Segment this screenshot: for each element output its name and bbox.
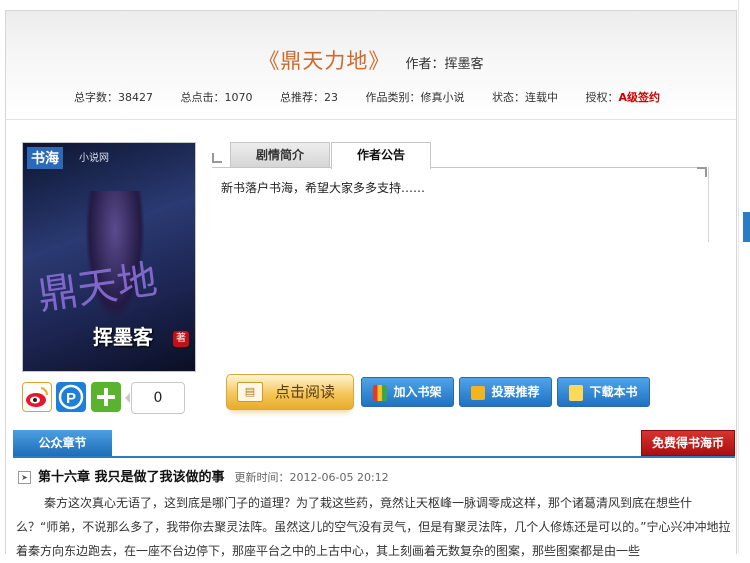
- latest-chapter[interactable]: ➤ 第十六章 我只是做了我该做的事 更新时间：2012-06-05 20:12: [18, 466, 389, 485]
- vote-label: 投票推荐: [491, 385, 540, 399]
- tab-public-chapters[interactable]: 公众章节: [13, 430, 112, 456]
- download-label: 下载本书: [589, 385, 638, 399]
- word-count: 总字数：38427: [74, 91, 153, 104]
- cover-brand-sub: 小说网: [79, 153, 109, 164]
- more-share-icon[interactable]: [91, 382, 121, 412]
- panel-corner-left-icon: [212, 153, 222, 163]
- chapter-update-time: 更新时间：2012-06-05 20:12: [234, 471, 389, 484]
- cover-author: 挥墨客: [93, 325, 153, 349]
- read-button-label: 点击阅读: [274, 383, 335, 401]
- qzone-share-icon[interactable]: P: [56, 382, 86, 412]
- p-share-icon: P: [58, 384, 84, 410]
- tab-intro[interactable]: 剧情简介: [230, 142, 330, 167]
- license: 授权：A级签约: [586, 91, 661, 104]
- svg-text:P: P: [66, 390, 76, 407]
- download-book-icon: [569, 384, 584, 401]
- book-cover[interactable]: 书海 小说网 鼎天地 挥墨客 著: [22, 142, 196, 372]
- panel-corner-right-icon: [697, 167, 707, 177]
- free-coins-button[interactable]: 免费得书海币: [641, 430, 735, 456]
- status: 状态：连载中: [492, 91, 558, 104]
- weibo-share-icon[interactable]: [22, 382, 52, 412]
- cover-brand-logo: 书海: [27, 147, 63, 169]
- cover-seal: 著: [173, 331, 189, 347]
- add-bookshelf-button[interactable]: 加入书架: [361, 377, 454, 407]
- category: 作品类别：修真小说: [365, 91, 465, 104]
- scrollbar[interactable]: [743, 212, 750, 242]
- weibo-icon: [26, 387, 49, 407]
- license-label: 授权：: [585, 91, 619, 104]
- bookshelf-icon: [373, 384, 388, 401]
- download-button[interactable]: 下载本书: [557, 377, 650, 407]
- right-divider: [738, 0, 739, 553]
- open-book-icon: ▤: [237, 382, 263, 402]
- total-recommends: 总推荐：23: [280, 91, 338, 104]
- book-stats: 总字数：38427 总点击：1070 总推荐：23 作品类别：修真小说 状态：连…: [74, 89, 684, 105]
- tab-author-notice[interactable]: 作者公告: [331, 142, 431, 169]
- chapter-bullet-icon: ➤: [18, 471, 31, 484]
- share-count: 0: [125, 382, 185, 414]
- author-label[interactable]: 作者：挥墨客: [406, 57, 484, 72]
- chapter-bar: 公众章节 免费得书海币: [13, 430, 735, 458]
- title-row: 《鼎天力地》 作者：挥墨客: [6, 45, 736, 75]
- author-notice-text: 新书落户书海，希望大家多多支持……: [221, 181, 426, 195]
- add-bookshelf-label: 加入书架: [393, 385, 442, 399]
- medal-icon: [471, 385, 486, 400]
- license-value: A级签约: [618, 91, 661, 104]
- chapter-excerpt: 秦方这次真心无语了，这到底是哪门子的道理？为了栽这些药，竟然让天枢峰一脉调零成这…: [16, 496, 731, 558]
- total-clicks: 总点击：1070: [180, 91, 253, 104]
- tab-divider: [212, 167, 707, 168]
- read-button[interactable]: ▤ 点击阅读: [226, 374, 354, 410]
- plus-icon: [97, 388, 115, 406]
- book-title[interactable]: 《鼎天力地》: [258, 49, 390, 73]
- chapter-title[interactable]: 第十六章 我只是做了我该做的事: [38, 470, 225, 485]
- vote-button[interactable]: 投票推荐: [459, 377, 552, 407]
